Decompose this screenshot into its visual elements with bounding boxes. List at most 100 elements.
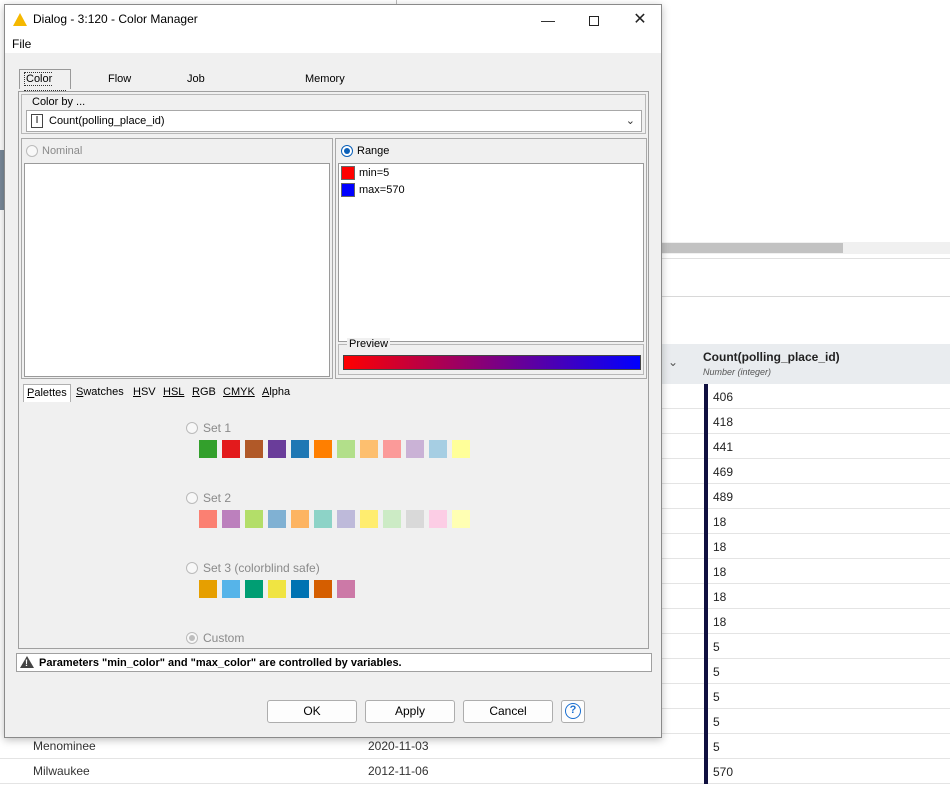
palette-swatch[interactable] xyxy=(268,440,286,458)
table-row[interactable]: 5 xyxy=(662,634,950,659)
cell-value: 418 xyxy=(713,415,734,429)
palette-swatch[interactable] xyxy=(429,510,447,528)
color-by-dropdown[interactable]: I Count(polling_place_id) ⌄ xyxy=(26,110,642,132)
palette-swatch[interactable] xyxy=(383,440,401,458)
color-settings-panel: Color by ... I Count(polling_place_id) ⌄… xyxy=(18,91,649,649)
palette-swatch[interactable] xyxy=(360,510,378,528)
palette-swatch[interactable] xyxy=(337,510,355,528)
palette-swatch[interactable] xyxy=(199,580,217,598)
palette-swatch[interactable] xyxy=(406,440,424,458)
color-bar xyxy=(704,409,708,434)
max-color-swatch[interactable] xyxy=(341,183,355,197)
palette-swatch[interactable] xyxy=(245,440,263,458)
palette-swatch[interactable] xyxy=(291,510,309,528)
set1-radio[interactable] xyxy=(186,422,198,434)
table-row[interactable]: 5 xyxy=(662,659,950,684)
palette-swatch[interactable] xyxy=(429,440,447,458)
subtab-swatches[interactable]: Swatches xyxy=(73,384,127,402)
color-bar xyxy=(704,459,708,484)
tab-color-settings[interactable]: Color Settings xyxy=(19,69,71,104)
subtab-rgb[interactable]: RGB xyxy=(189,384,219,402)
palette-swatch[interactable] xyxy=(291,440,309,458)
background-divider xyxy=(662,258,950,259)
cell-county: Menominee xyxy=(33,739,96,753)
minimize-button[interactable]: — xyxy=(525,5,571,35)
palette-swatch[interactable] xyxy=(199,510,217,528)
palette-swatch[interactable] xyxy=(383,510,401,528)
chevron-down-icon[interactable]: ⌄ xyxy=(626,114,635,127)
color-bar xyxy=(704,584,708,609)
palette-swatch[interactable] xyxy=(222,440,240,458)
help-button[interactable]: ? xyxy=(561,700,585,723)
custom-radio[interactable] xyxy=(186,632,198,644)
palette-swatch[interactable] xyxy=(245,580,263,598)
title-bar[interactable]: Dialog - 3:120 - Color Manager — ✕ xyxy=(5,5,661,35)
palette-swatch[interactable] xyxy=(222,510,240,528)
palette-swatch[interactable] xyxy=(337,580,355,598)
palette-swatch[interactable] xyxy=(360,440,378,458)
cell-value: 5 xyxy=(713,740,720,754)
maximize-button[interactable] xyxy=(571,5,617,35)
set3-label: Set 3 (colorblind safe) xyxy=(203,561,320,575)
nominal-values-list[interactable] xyxy=(24,163,330,377)
tab-memory-policy[interactable]: Memory Policy xyxy=(300,69,350,103)
palette-swatch[interactable] xyxy=(199,440,217,458)
set2-radio[interactable] xyxy=(186,492,198,504)
table-row[interactable]: 18 xyxy=(662,559,950,584)
palette-swatch[interactable] xyxy=(268,580,286,598)
table-row[interactable]: 570 xyxy=(662,759,950,784)
set1-label: Set 1 xyxy=(203,421,232,435)
table-row[interactable]: 18 xyxy=(662,509,950,534)
set3-radio[interactable] xyxy=(186,562,198,574)
horizontal-scrollbar-thumb[interactable] xyxy=(662,243,843,253)
table-row[interactable]: 441 xyxy=(662,434,950,459)
table-row[interactable]: 5 xyxy=(662,684,950,709)
table-row[interactable]: 469 xyxy=(662,459,950,484)
min-color-swatch[interactable] xyxy=(341,166,355,180)
color-by-group: Color by ... I Count(polling_place_id) ⌄ xyxy=(21,94,646,134)
table-row[interactable]: 18 xyxy=(662,534,950,559)
table-row[interactable]: 489 xyxy=(662,484,950,509)
tab-flow-variables[interactable]: Flow Variables xyxy=(103,69,158,103)
palette-swatch[interactable] xyxy=(222,580,240,598)
window-title: Dialog - 3:120 - Color Manager xyxy=(33,12,198,26)
menu-file[interactable]: File xyxy=(12,37,31,51)
palette-swatch[interactable] xyxy=(314,440,332,458)
table-row[interactable]: 18 xyxy=(662,584,950,609)
palette-swatch[interactable] xyxy=(245,510,263,528)
palette-swatch[interactable] xyxy=(314,510,332,528)
range-values-list[interactable]: min=5 max=570 xyxy=(338,163,644,342)
palette-swatch[interactable] xyxy=(268,510,286,528)
table-row[interactable]: 18 xyxy=(662,609,950,634)
color-bar xyxy=(704,634,708,659)
range-label: Range xyxy=(357,145,390,157)
palette-swatch[interactable] xyxy=(406,510,424,528)
table-row[interactable]: Milwaukee 2012-11-06 xyxy=(0,759,662,784)
palette-swatch[interactable] xyxy=(291,580,309,598)
set2-label: Set 2 xyxy=(203,491,232,505)
palette-swatch[interactable] xyxy=(452,440,470,458)
table-row[interactable]: 5 xyxy=(662,709,950,734)
range-radio[interactable] xyxy=(341,145,353,157)
subtab-cmyk[interactable]: CMYK xyxy=(220,384,258,402)
subtab-palettes[interactable]: Palettes xyxy=(23,384,71,402)
nominal-radio[interactable] xyxy=(26,145,38,157)
tab-job-manager-selection[interactable]: Job Manager Selection xyxy=(182,69,237,121)
subtab-hsl[interactable]: HSL xyxy=(160,384,187,402)
cancel-button[interactable]: Cancel xyxy=(463,700,553,723)
apply-button[interactable]: Apply xyxy=(365,700,455,723)
table-row[interactable]: 5 xyxy=(662,734,950,759)
table-row[interactable]: 406 xyxy=(662,384,950,409)
palette-swatch[interactable] xyxy=(337,440,355,458)
ok-button[interactable]: OK xyxy=(267,700,357,723)
chevron-down-icon[interactable]: ⌄ xyxy=(668,355,678,369)
subtab-hsv[interactable]: HSV xyxy=(130,384,159,402)
palettes-panel: Set 1 Set 2 Set 3 (colorblind safe) Cust… xyxy=(21,404,647,646)
close-button[interactable]: ✕ xyxy=(617,5,663,35)
cell-value: 406 xyxy=(713,390,734,404)
table-row[interactable]: 418 xyxy=(662,409,950,434)
palette-swatch[interactable] xyxy=(314,580,332,598)
subtab-alpha[interactable]: Alpha xyxy=(259,384,293,402)
color-bar xyxy=(704,534,708,559)
palette-swatch[interactable] xyxy=(452,510,470,528)
